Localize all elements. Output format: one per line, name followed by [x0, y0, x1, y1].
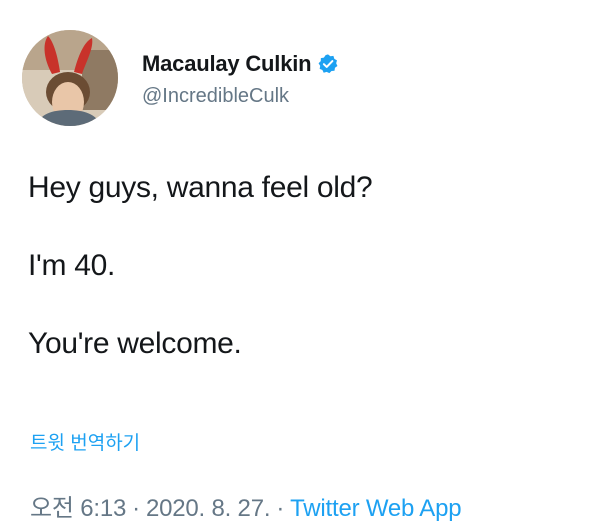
tweet-date[interactable]: 2020. 8. 27. [146, 495, 271, 522]
author-handle[interactable]: @IncredibleCulk [142, 85, 339, 108]
tweet-time[interactable]: 오전 6:13 [30, 495, 126, 522]
display-name-row: Macaulay Culkin [142, 49, 339, 79]
meta-separator: · [132, 495, 140, 522]
tweet-header: Macaulay Culkin @IncredibleCulk [22, 30, 339, 126]
tweet-line: I'm 40. [28, 249, 115, 282]
display-name[interactable]: Macaulay Culkin [142, 51, 312, 77]
meta-separator: · [276, 495, 285, 522]
translate-tweet-link[interactable]: 트윗 번역하기 [30, 428, 140, 455]
tweet-source-link[interactable]: Twitter Web App [290, 495, 462, 522]
tweet-text: Hey guys, wanna feel old? I'm 40. You're… [28, 170, 578, 362]
avatar-image [22, 30, 118, 126]
tweet-meta: 오전 6:13 · 2020. 8. 27. · Twitter Web App [30, 488, 462, 523]
tweet-line: You're welcome. [28, 327, 242, 360]
avatar[interactable] [22, 30, 118, 126]
verified-badge-icon [317, 53, 339, 75]
tweet-line: Hey guys, wanna feel old? [28, 171, 373, 204]
author-names: Macaulay Culkin @IncredibleCulk [142, 49, 339, 108]
tweet-card: Macaulay Culkin @IncredibleCulk Hey guys… [0, 0, 600, 531]
